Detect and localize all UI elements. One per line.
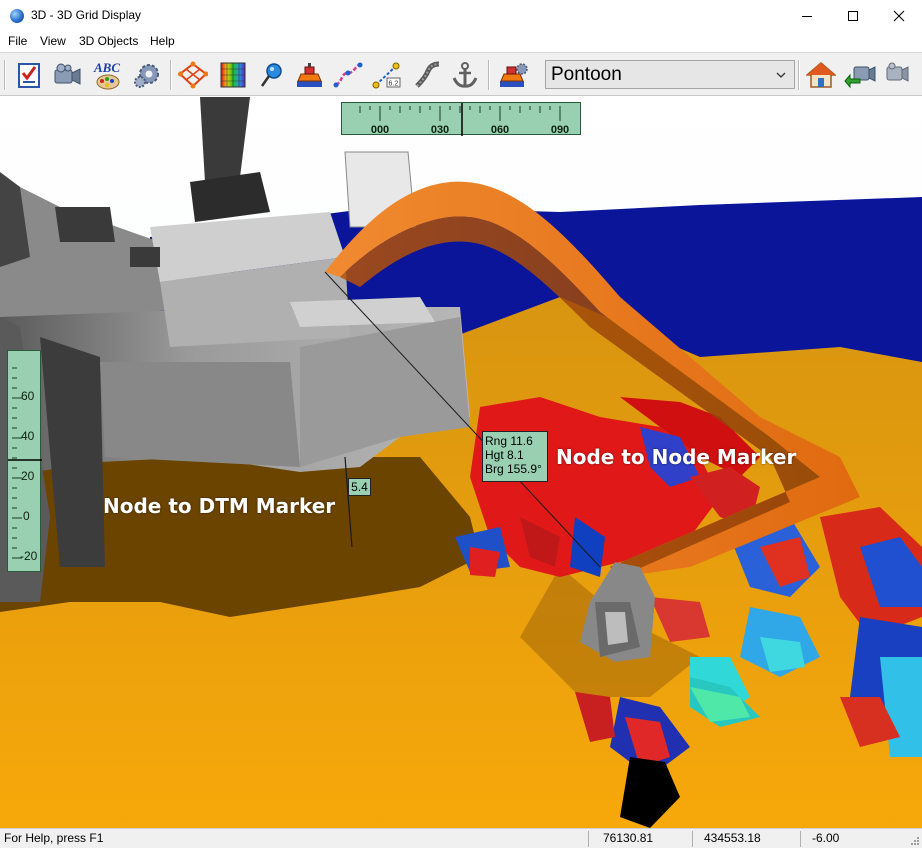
menu-bar: File View 3D Objects Help <box>0 31 922 51</box>
compass-label: 060 <box>490 124 510 136</box>
color-grid-button[interactable] <box>216 58 250 92</box>
grid-network-button[interactable] <box>176 58 210 92</box>
menu-3d-objects[interactable]: 3D Objects <box>79 34 138 48</box>
depth-label: 20 <box>21 469 35 483</box>
grid-network-icon <box>178 61 208 89</box>
camera-back-button[interactable] <box>843 58 877 92</box>
camera-forward-icon <box>886 62 909 82</box>
object-select-value: Pontoon <box>551 64 622 85</box>
anchor-icon <box>452 62 478 88</box>
menu-help[interactable]: Help <box>150 34 175 48</box>
depth-ticks <box>8 367 42 559</box>
toolbar-separator <box>170 60 172 90</box>
node-to-dtm-label: Node to DTM Marker <box>103 494 336 518</box>
depth-label: 40 <box>21 429 35 443</box>
measure-icon: 6.2 <box>372 62 401 89</box>
text-style-button[interactable]: ABC <box>90 58 124 92</box>
toolbar: ABC 6.2 Pontoon <box>0 52 922 96</box>
heading-compass: 000 030 060 090 <box>341 102 581 136</box>
dtm-distance-box: 5.4 <box>348 478 371 496</box>
depth-label: -20 <box>20 549 38 563</box>
status-northing: 434553.18 <box>704 831 761 845</box>
close-icon <box>893 10 905 21</box>
status-divider <box>692 831 693 847</box>
status-depth: -6.00 <box>812 831 840 845</box>
pin-marker-button[interactable] <box>254 58 288 92</box>
home-view-button[interactable] <box>804 58 838 92</box>
globe-icon <box>10 9 24 23</box>
chevron-down-icon <box>776 72 786 78</box>
toolbar-separator <box>798 60 800 90</box>
status-divider <box>588 831 589 847</box>
toolbar-grip <box>4 60 6 90</box>
compass-label: 000 <box>370 124 390 136</box>
status-divider <box>800 831 801 847</box>
anchor-button[interactable] <box>448 58 482 92</box>
toolbar-separator <box>488 60 490 90</box>
minimize-icon <box>802 15 812 17</box>
color-grid-icon <box>220 62 246 88</box>
window-title: 3D - 3D Grid Display <box>31 8 142 22</box>
vessel-icon <box>297 63 322 87</box>
rope-icon <box>415 61 440 88</box>
camera-button[interactable] <box>50 58 84 92</box>
menu-view[interactable]: View <box>40 34 66 48</box>
svg-text:ABC: ABC <box>93 60 120 75</box>
camera-back-icon <box>844 66 876 89</box>
status-bar: For Help, press F1 76130.81 434553.18 -6… <box>0 828 922 848</box>
camera-forward-button[interactable] <box>882 58 916 92</box>
checklist-icon <box>18 63 40 88</box>
minimize-button[interactable] <box>784 0 830 31</box>
pin-marker-icon <box>260 63 282 87</box>
camera-icon <box>54 63 81 85</box>
maximize-icon <box>848 10 858 21</box>
checklist-button[interactable] <box>12 58 46 92</box>
range-info-box: Rng 11.6 Hgt 8.1 Brg 155.9° <box>482 431 548 482</box>
vessel-settings-icon <box>500 63 528 87</box>
object-select[interactable]: Pontoon <box>545 60 795 89</box>
range-value: Rng 11.6 <box>485 434 533 448</box>
abc-palette-icon: ABC <box>93 60 120 90</box>
rope-button[interactable] <box>410 58 444 92</box>
status-easting: 76130.81 <box>603 831 654 845</box>
depth-label: 0 <box>23 509 30 523</box>
menu-file[interactable]: File <box>8 34 27 48</box>
compass-label: 030 <box>430 124 450 136</box>
height-value: Hgt 8.1 <box>485 448 524 462</box>
track-line-button[interactable] <box>331 58 365 92</box>
compass-label: 090 <box>550 124 570 136</box>
settings-gears-icon <box>134 64 159 88</box>
maximize-button[interactable] <box>830 0 876 31</box>
measure-button[interactable]: 6.2 <box>370 58 404 92</box>
depth-label: 60 <box>21 389 35 403</box>
depth-scale: 60 40 20 0 -20 <box>7 350 42 572</box>
bearing-value: Brg 155.9° <box>485 462 542 476</box>
vessel-button[interactable] <box>292 58 326 92</box>
status-help-text: For Help, press F1 <box>4 831 104 845</box>
home-icon <box>806 62 836 88</box>
close-button[interactable] <box>876 0 922 31</box>
settings-button[interactable] <box>130 58 164 92</box>
svg-text:6.2: 6.2 <box>389 81 399 88</box>
node-to-node-label: Node to Node Marker <box>556 445 797 469</box>
resize-grip-icon[interactable] <box>908 834 920 846</box>
3d-viewport[interactable]: 000 030 060 090 60 40 20 0 -20 Node to D… <box>0 97 922 828</box>
vessel-settings-button[interactable] <box>496 58 530 92</box>
track-line-icon <box>333 62 363 88</box>
title-bar: 3D - 3D Grid Display <box>0 0 922 31</box>
